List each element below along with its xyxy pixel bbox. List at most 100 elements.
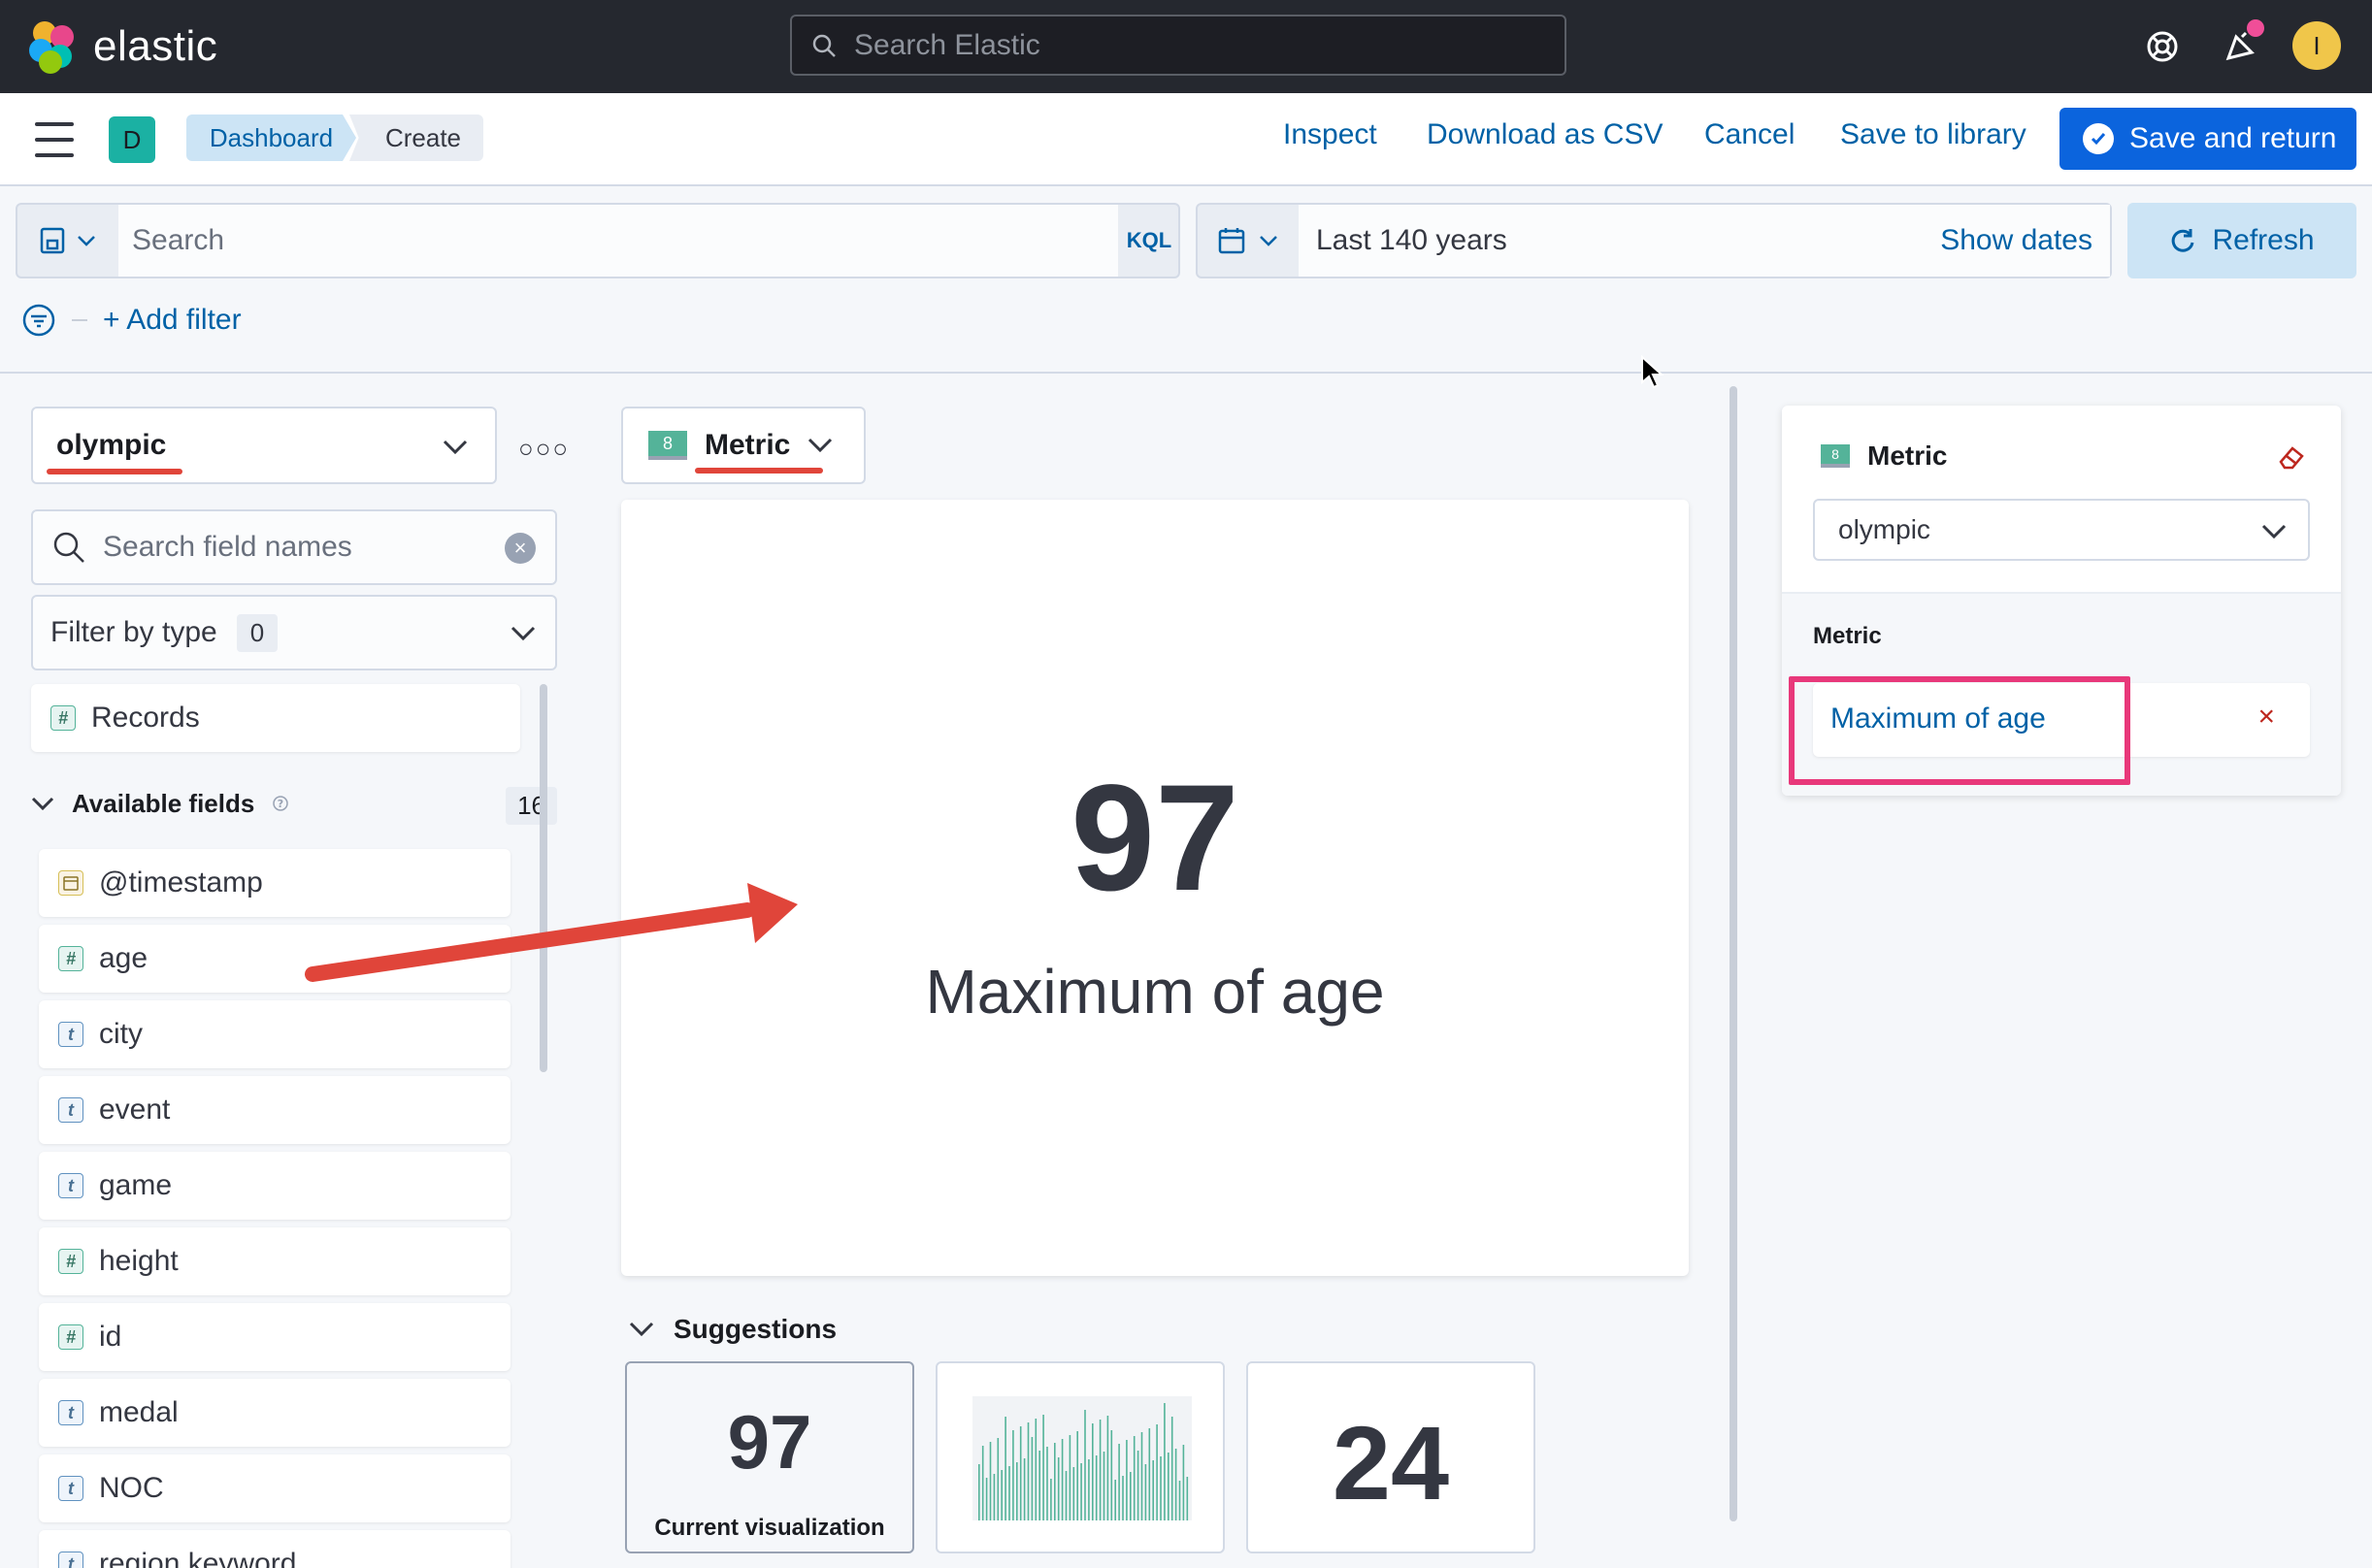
date-type-icon: [58, 870, 83, 896]
field-name: @timestamp: [99, 866, 263, 898]
thumbnail-bar: [1019, 1426, 1022, 1520]
remove-dimension-icon[interactable]: ×: [2257, 701, 2275, 734]
kql-toggle[interactable]: KQL: [1118, 205, 1180, 277]
thumbnail-bar: [978, 1464, 980, 1520]
annotation-highlight-box: [1789, 676, 2130, 785]
field-name: region.keyword: [99, 1548, 297, 1568]
thumbnail-bar: [989, 1442, 992, 1520]
config-data-view-label: olympic: [1838, 514, 1930, 544]
hamburger-menu-icon[interactable]: [35, 122, 74, 157]
thumbnail-bar: [1080, 1463, 1082, 1520]
data-view-label: olympic: [56, 429, 167, 461]
global-search-input[interactable]: [854, 28, 1533, 62]
thumbnail-bar: [1156, 1424, 1158, 1520]
saved-query-menu[interactable]: [17, 205, 118, 277]
suggestions-title: Suggestions: [674, 1314, 838, 1344]
add-filter-button[interactable]: + Add filter: [103, 304, 242, 337]
mouse-cursor: [1641, 355, 1664, 389]
field-name: Records: [91, 702, 200, 734]
field-item[interactable]: t region.keyword: [39, 1530, 511, 1568]
string-type-icon: t: [58, 1476, 83, 1501]
workspace-scrollbar[interactable]: [1730, 386, 1737, 1521]
metric-chart-icon: 8: [1821, 444, 1850, 468]
thumbnail-bar: [1106, 1416, 1109, 1520]
thumbnail-bar: [1137, 1451, 1139, 1520]
string-type-icon: t: [58, 1097, 83, 1123]
eraser-icon[interactable]: [2277, 442, 2306, 470]
save-and-return-button[interactable]: Save and return: [2059, 108, 2356, 170]
space-avatar[interactable]: D: [109, 116, 155, 163]
annotation-underline-dataview: [47, 469, 182, 474]
thumbnail-bar: [1122, 1476, 1124, 1520]
more-options-icon[interactable]: ○○○: [518, 434, 570, 464]
breadcrumb-dashboard[interactable]: Dashboard: [186, 114, 356, 161]
thumbnail-bar: [1130, 1472, 1132, 1520]
field-name: age: [99, 942, 148, 974]
refresh-label: Refresh: [2212, 224, 2315, 256]
suggestion-metric-alt[interactable]: 24: [1246, 1361, 1535, 1553]
quick-menu-button[interactable]: [1198, 205, 1299, 277]
filter-icon[interactable]: [21, 303, 56, 338]
help-icon[interactable]: [2139, 23, 2186, 70]
field-search-input[interactable]: [103, 531, 491, 564]
show-dates-link[interactable]: Show dates: [1940, 224, 2092, 257]
string-type-icon: t: [58, 1022, 83, 1047]
suggestion-current[interactable]: 97 Current visualization: [625, 1361, 914, 1553]
app-bar: D Dashboard Create Inspect Download as C…: [0, 93, 2372, 186]
suggestions-header[interactable]: Suggestions: [629, 1310, 837, 1349]
chevron-down-icon: [1260, 236, 1277, 246]
clear-icon[interactable]: ×: [505, 533, 536, 564]
thumbnail-bar: [1088, 1459, 1090, 1520]
thumbnail-bar: [1005, 1417, 1006, 1520]
elastic-logo[interactable]: elastic: [29, 21, 218, 74]
thumbnail-bar: [1084, 1410, 1086, 1520]
thumbnail-bar: [993, 1474, 996, 1520]
thumbnail-bar: [1152, 1460, 1154, 1520]
save-to-library-button[interactable]: Save to library: [1840, 118, 2026, 151]
thumbnail-bar: [1133, 1436, 1136, 1520]
field-item-records[interactable]: # Records: [31, 684, 520, 752]
field-item[interactable]: t NOC: [39, 1454, 511, 1522]
download-csv-button[interactable]: Download as CSV: [1427, 118, 1663, 151]
config-panel-header: 8 Metric: [1821, 441, 1947, 472]
avatar[interactable]: I: [2292, 21, 2341, 70]
metric-chart-icon: 8: [648, 431, 687, 460]
inspect-button[interactable]: Inspect: [1283, 118, 1377, 151]
field-name: id: [99, 1321, 122, 1353]
field-item[interactable]: # id: [39, 1303, 511, 1371]
annotation-underline-metric: [695, 468, 823, 474]
cancel-button[interactable]: Cancel: [1704, 118, 1795, 151]
time-picker: Last 140 years Show dates: [1196, 203, 2112, 278]
number-type-icon: #: [50, 705, 76, 731]
logo-text: elastic: [93, 22, 218, 70]
query-bar: KQL: [16, 203, 1180, 278]
save-icon: [40, 227, 65, 254]
available-fields-count: 16: [506, 787, 557, 825]
filter-by-type[interactable]: Filter by type 0: [31, 595, 557, 670]
search-icon: [812, 34, 836, 57]
thumbnail-bar: [1170, 1417, 1173, 1520]
annotation-arrow: [305, 883, 798, 982]
field-search[interactable]: ×: [31, 509, 557, 585]
field-item[interactable]: # height: [39, 1227, 511, 1295]
refresh-button[interactable]: Refresh: [2127, 203, 2356, 278]
global-search[interactable]: [790, 15, 1566, 76]
suggestion-value: 97: [727, 1399, 812, 1485]
field-item[interactable]: t city: [39, 1000, 511, 1068]
thumbnail-bar: [1016, 1462, 1018, 1520]
field-item[interactable]: t event: [39, 1076, 511, 1144]
available-fields-header[interactable]: Available fields ? 16: [31, 779, 557, 828]
config-data-view-select[interactable]: olympic: [1813, 499, 2310, 561]
suggestion-bar-chart[interactable]: [936, 1361, 1225, 1553]
field-item[interactable]: t game: [39, 1152, 511, 1220]
suggestion-value: 24: [1332, 1404, 1450, 1521]
query-search-input[interactable]: [132, 224, 1005, 257]
time-range-display[interactable]: Last 140 years Show dates: [1299, 205, 2110, 277]
thumbnail-bar: [1023, 1458, 1026, 1520]
breadcrumb-create: Create: [349, 114, 483, 161]
thumbnail-bar: [1054, 1443, 1056, 1520]
field-item[interactable]: t medal: [39, 1379, 511, 1447]
filter-by-type-label: Filter by type: [50, 616, 217, 648]
thumbnail-bar: [1031, 1437, 1034, 1520]
string-type-icon: t: [58, 1400, 83, 1425]
